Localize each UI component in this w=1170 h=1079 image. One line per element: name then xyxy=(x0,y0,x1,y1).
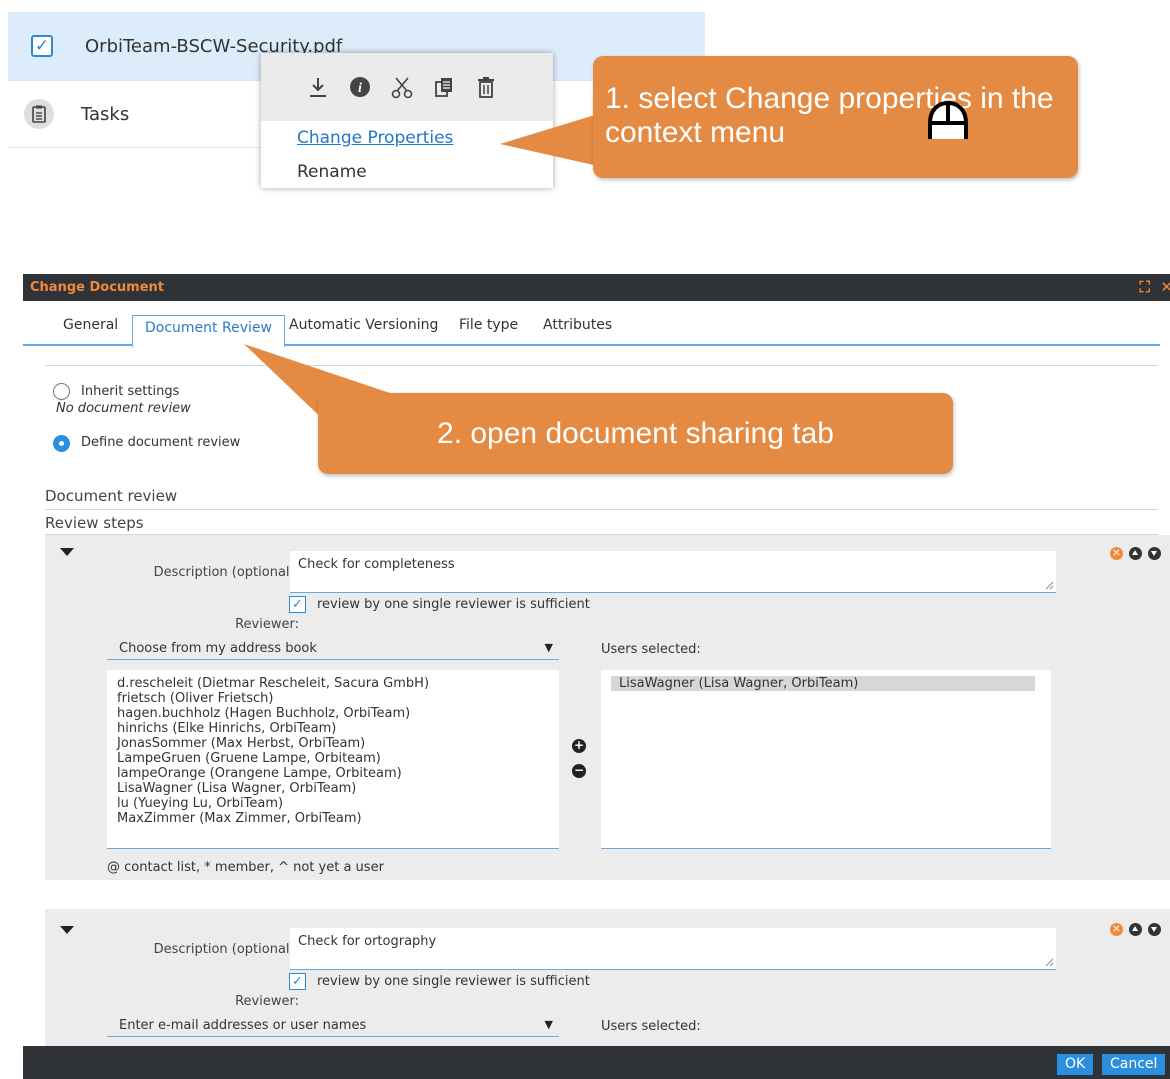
collapse-icon[interactable] xyxy=(60,548,74,556)
reviewer-source-select[interactable]: Enter e-mail addresses or user names ▼ xyxy=(107,1015,559,1037)
divider xyxy=(45,365,1158,366)
single-reviewer-label: review by one single reviewer is suffici… xyxy=(317,597,590,612)
divider xyxy=(45,509,1158,510)
address-book-item[interactable]: d.rescheleit (Dietmar Rescheleit, Sacura… xyxy=(117,676,549,691)
tasks-label: Tasks xyxy=(81,103,130,125)
address-book-item[interactable]: lampeOrange (Orangene Lampe, Orbiteam) xyxy=(117,766,549,781)
address-book-item[interactable]: hagen.buchholz (Hagen Buchholz, OrbiTeam… xyxy=(117,706,549,721)
description-value: Check for ortography xyxy=(298,934,437,949)
add-user-icon[interactable]: + xyxy=(572,739,586,753)
address-book-item[interactable]: frietsch (Oliver Frietsch) xyxy=(117,691,549,706)
description-input[interactable]: Check for ortography xyxy=(290,928,1056,970)
reviewer-source-value: Choose from my address book xyxy=(119,641,317,656)
info-icon[interactable]: i xyxy=(339,70,381,104)
selected-user-item[interactable]: LisaWagner (Lisa Wagner, OrbiTeam) xyxy=(611,676,1035,691)
resize-handle-icon[interactable] xyxy=(1045,581,1054,590)
users-selected-label: Users selected: xyxy=(601,1019,701,1034)
delete-step-icon[interactable]: ✕ xyxy=(1110,923,1123,936)
collapse-icon[interactable] xyxy=(60,926,74,934)
reviewer-source-select[interactable]: Choose from my address book ▼ xyxy=(107,638,559,660)
selected-users-list[interactable]: LisaWagner (Lisa Wagner, OrbiTeam) xyxy=(601,670,1051,849)
callout-step1: 1. select Change properties in the conte… xyxy=(593,56,1078,178)
cancel-button[interactable]: Cancel xyxy=(1102,1054,1166,1075)
legend-text: @ contact list, * member, ^ not yet a us… xyxy=(107,860,384,875)
maximize-icon[interactable]: ⛶ xyxy=(1139,278,1150,296)
address-book-item[interactable]: MaxZimmer (Max Zimmer, OrbiTeam) xyxy=(117,811,549,826)
inherit-sublabel: No document review xyxy=(56,401,191,416)
remove-user-icon[interactable]: − xyxy=(572,764,586,778)
section-title-document-review: Document review xyxy=(45,487,178,505)
cut-icon[interactable] xyxy=(381,70,423,104)
move-down-icon[interactable] xyxy=(1148,547,1161,560)
address-book-item[interactable]: LisaWagner (Lisa Wagner, OrbiTeam) xyxy=(117,781,549,796)
tab-bar: General Document Review Automatic Versio… xyxy=(23,301,1160,348)
copy-icon[interactable] xyxy=(423,70,465,104)
mouse-cursor-icon xyxy=(928,101,968,139)
dialog-title: Change Document xyxy=(30,280,164,295)
dialog-footer: OK Cancel xyxy=(23,1046,1170,1079)
single-reviewer-checkbox[interactable]: ✓ xyxy=(289,973,306,990)
reviewer-source-value: Enter e-mail addresses or user names xyxy=(119,1018,367,1033)
description-label: Description (optional): xyxy=(153,565,299,580)
move-down-icon[interactable] xyxy=(1148,923,1161,936)
reviewer-label: Reviewer: xyxy=(235,994,299,1009)
description-input[interactable]: Check for completeness xyxy=(290,551,1056,593)
address-book-item[interactable]: LampeGruen (Gruene Lampe, Orbiteam) xyxy=(117,751,549,766)
define-review-radio[interactable] xyxy=(53,435,70,452)
description-label: Description (optional): xyxy=(153,942,299,957)
chevron-down-icon: ▼ xyxy=(544,641,553,654)
delete-step-icon[interactable]: ✕ xyxy=(1110,547,1123,560)
address-book-item[interactable]: hinrichs (Elke Hinrichs, OrbiTeam) xyxy=(117,721,549,736)
description-value: Check for completeness xyxy=(298,557,455,572)
single-reviewer-checkbox[interactable]: ✓ xyxy=(289,596,306,613)
tab-file-type[interactable]: File type xyxy=(459,317,518,346)
address-book-item[interactable]: JonasSommer (Max Herbst, OrbiTeam) xyxy=(117,736,549,751)
tab-general[interactable]: General xyxy=(63,317,118,346)
dialog-titlebar: Change Document ⛶ ✕ xyxy=(23,274,1170,301)
move-up-icon[interactable] xyxy=(1129,547,1142,560)
reviewer-label: Reviewer: xyxy=(235,617,299,632)
address-book-list[interactable]: d.rescheleit (Dietmar Rescheleit, Sacura… xyxy=(107,670,559,849)
tasks-icon xyxy=(24,99,54,129)
resize-handle-icon[interactable] xyxy=(1045,958,1054,967)
tab-attributes[interactable]: Attributes xyxy=(543,317,612,346)
users-selected-label: Users selected: xyxy=(601,642,701,657)
inherit-radio[interactable] xyxy=(53,383,70,400)
callout1-pointer xyxy=(500,114,598,166)
download-icon[interactable] xyxy=(297,70,339,104)
inherit-label: Inherit settings xyxy=(81,384,180,399)
address-book-item[interactable]: lu (Yueying Lu, OrbiTeam) xyxy=(117,796,549,811)
section-title-review-steps: Review steps xyxy=(45,514,144,532)
close-icon[interactable]: ✕ xyxy=(1160,278,1170,296)
review-step-2: Description (optional): Check for ortogr… xyxy=(45,909,1170,1046)
review-step-1: Description (optional): Check for comple… xyxy=(45,535,1170,880)
move-up-icon[interactable] xyxy=(1129,923,1142,936)
define-review-label: Define document review xyxy=(81,435,241,450)
ok-button[interactable]: OK xyxy=(1057,1054,1094,1075)
svg-text:i: i xyxy=(358,81,362,96)
callout-step2: 2. open document sharing tab xyxy=(318,393,953,474)
row-checkbox[interactable]: ✓ xyxy=(31,35,53,57)
single-reviewer-label: review by one single reviewer is suffici… xyxy=(317,974,590,989)
chevron-down-icon: ▼ xyxy=(544,1018,553,1031)
trash-icon[interactable] xyxy=(465,70,507,104)
